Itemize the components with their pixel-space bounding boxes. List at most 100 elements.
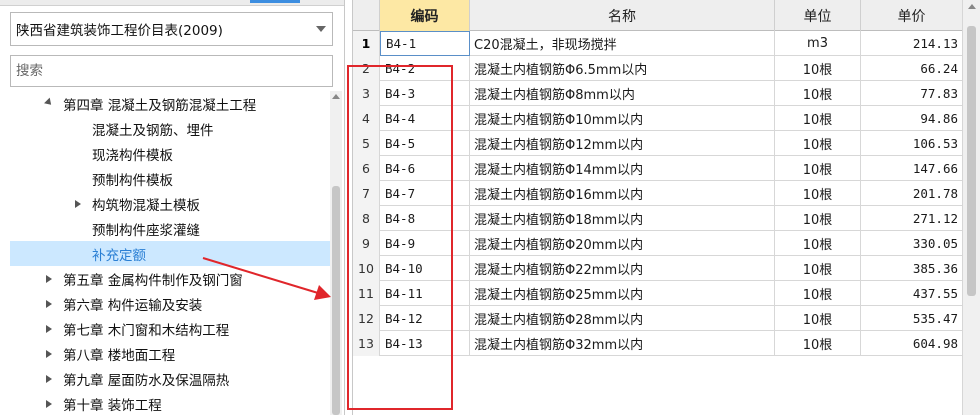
unit-cell[interactable]: 10根 [775, 306, 861, 331]
name-cell[interactable]: 混凝土内植钢筋Φ8mm以内 [470, 81, 775, 106]
tree-item[interactable]: 预制构件模板 [10, 166, 330, 191]
unit-cell[interactable]: 10根 [775, 156, 861, 181]
tree-item[interactable]: 第十章 装饰工程 [10, 391, 330, 415]
unit-cell[interactable]: 10根 [775, 281, 861, 306]
unit-cell[interactable]: 10根 [775, 56, 861, 81]
code-cell[interactable]: B4-12 [380, 306, 470, 331]
row-number[interactable]: 4 [353, 106, 380, 131]
name-cell[interactable]: 混凝土内植钢筋Φ28mm以内 [470, 306, 775, 331]
unit-cell[interactable]: 10根 [775, 131, 861, 156]
code-cell[interactable]: B4-3 [380, 81, 470, 106]
row-number[interactable]: 3 [353, 81, 380, 106]
collapsed-triangle-icon[interactable] [43, 273, 55, 285]
header-code[interactable]: 编码 [380, 0, 470, 31]
table-row[interactable]: 6 B4-6 混凝土内植钢筋Φ14mm以内 10根 147.66 [353, 156, 962, 181]
table-row[interactable]: 3 B4-3 混凝土内植钢筋Φ8mm以内 10根 77.83 [353, 81, 962, 106]
price-cell[interactable]: 385.36 [861, 256, 962, 281]
row-number[interactable]: 6 [353, 156, 380, 181]
scroll-up-icon[interactable] [968, 4, 976, 9]
row-number[interactable]: 2 [353, 56, 380, 81]
name-cell[interactable]: 混凝土内植钢筋Φ25mm以内 [470, 281, 775, 306]
tree-item[interactable]: 现浇构件模板 [10, 141, 330, 166]
code-cell[interactable]: B4-2 [380, 56, 470, 81]
tree-item[interactable]: 第四章 混凝土及钢筋混凝土工程 [10, 91, 330, 116]
price-cell[interactable]: 271.12 [861, 206, 962, 231]
price-cell[interactable]: 330.05 [861, 231, 962, 256]
unit-cell[interactable]: 10根 [775, 256, 861, 281]
tree-item[interactable]: 第九章 屋面防水及保温隔热 [10, 366, 330, 391]
name-cell[interactable]: 混凝土内植钢筋Φ12mm以内 [470, 131, 775, 156]
tree-item[interactable]: 第八章 楼地面工程 [10, 341, 330, 366]
collapsed-triangle-icon[interactable] [43, 348, 55, 360]
collapsed-triangle-icon[interactable] [43, 323, 55, 335]
name-cell[interactable]: 混凝土内植钢筋Φ14mm以内 [470, 156, 775, 181]
header-price[interactable]: 单价 [861, 0, 962, 31]
price-cell[interactable]: 437.55 [861, 281, 962, 306]
search-input[interactable] [16, 63, 332, 79]
tree-item[interactable]: 预制构件座浆灌缝 [10, 216, 330, 241]
table-row[interactable]: 13 B4-13 混凝土内植钢筋Φ32mm以内 10根 604.98 [353, 331, 962, 356]
collapsed-triangle-icon[interactable] [43, 398, 55, 410]
library-select[interactable]: 陕西省建筑装饰工程价目表(2009) [10, 12, 333, 46]
table-row[interactable]: 7 B4-7 混凝土内植钢筋Φ16mm以内 10根 201.78 [353, 181, 962, 206]
name-cell[interactable]: 混凝土内植钢筋Φ16mm以内 [470, 181, 775, 206]
table-row[interactable]: 9 B4-9 混凝土内植钢筋Φ20mm以内 10根 330.05 [353, 231, 962, 256]
table-row[interactable]: 2 B4-2 混凝土内植钢筋Φ6.5mm以内 10根 66.24 [353, 56, 962, 81]
code-cell[interactable]: B4-9 [380, 231, 470, 256]
unit-cell[interactable]: m3 [775, 31, 861, 56]
name-cell[interactable]: 混凝土内植钢筋Φ6.5mm以内 [470, 56, 775, 81]
price-cell[interactable]: 77.83 [861, 81, 962, 106]
name-cell[interactable]: 混凝土内植钢筋Φ22mm以内 [470, 256, 775, 281]
table-row[interactable]: 1 B4-1 C20混凝土，非现场搅拌 m3 214.13 [353, 31, 962, 56]
collapsed-triangle-icon[interactable] [72, 198, 84, 210]
row-number[interactable]: 9 [353, 231, 380, 256]
grid-scrollbar-thumb[interactable] [967, 26, 976, 296]
unit-cell[interactable]: 10根 [775, 81, 861, 106]
code-cell[interactable]: B4-8 [380, 206, 470, 231]
price-cell[interactable]: 604.98 [861, 331, 962, 356]
unit-cell[interactable]: 10根 [775, 181, 861, 206]
code-cell[interactable]: B4-13 [380, 331, 470, 356]
unit-cell[interactable]: 10根 [775, 206, 861, 231]
unit-cell[interactable]: 10根 [775, 231, 861, 256]
row-number[interactable]: 10 [353, 256, 380, 281]
name-cell[interactable]: 混凝土内植钢筋Φ10mm以内 [470, 106, 775, 131]
name-cell[interactable]: 混凝土内植钢筋Φ20mm以内 [470, 231, 775, 256]
tree-scrollbar[interactable] [330, 91, 342, 415]
code-cell[interactable]: B4-5 [380, 131, 470, 156]
row-number[interactable]: 13 [353, 331, 380, 356]
tree-item[interactable]: 第七章 木门窗和木结构工程 [10, 316, 330, 341]
code-cell[interactable]: B4-7 [380, 181, 470, 206]
table-row[interactable]: 4 B4-4 混凝土内植钢筋Φ10mm以内 10根 94.86 [353, 106, 962, 131]
row-number[interactable]: 12 [353, 306, 380, 331]
search-box[interactable] [10, 55, 333, 87]
row-number[interactable]: 8 [353, 206, 380, 231]
price-cell[interactable]: 147.66 [861, 156, 962, 181]
row-number[interactable]: 7 [353, 181, 380, 206]
chevron-down-icon[interactable] [310, 13, 332, 45]
table-row[interactable]: 8 B4-8 混凝土内植钢筋Φ18mm以内 10根 271.12 [353, 206, 962, 231]
code-cell[interactable]: B4-4 [380, 106, 470, 131]
header-name[interactable]: 名称 [470, 0, 775, 31]
code-cell[interactable]: B4-1 [380, 31, 470, 56]
row-number[interactable]: 11 [353, 281, 380, 306]
row-number[interactable]: 1 [353, 31, 380, 56]
price-cell[interactable]: 106.53 [861, 131, 962, 156]
table-row[interactable]: 5 B4-5 混凝土内植钢筋Φ12mm以内 10根 106.53 [353, 131, 962, 156]
price-cell[interactable]: 535.47 [861, 306, 962, 331]
grid-scrollbar[interactable] [962, 0, 980, 415]
table-row[interactable]: 10 B4-10 混凝土内植钢筋Φ22mm以内 10根 385.36 [353, 256, 962, 281]
code-cell[interactable]: B4-10 [380, 256, 470, 281]
tree-item[interactable]: 混凝土及钢筋、埋件 [10, 116, 330, 141]
table-row[interactable]: 12 B4-12 混凝土内植钢筋Φ28mm以内 10根 535.47 [353, 306, 962, 331]
tree-item[interactable]: 第五章 金属构件制作及钢门窗 [10, 266, 330, 291]
tree-item[interactable]: 第六章 构件运输及安装 [10, 291, 330, 316]
expanded-triangle-icon[interactable] [43, 97, 55, 110]
tree-item[interactable]: 构筑物混凝土模板 [10, 191, 330, 216]
tree-scrollbar-thumb[interactable] [332, 186, 340, 415]
tree-item[interactable]: 补充定额 [10, 241, 330, 266]
unit-cell[interactable]: 10根 [775, 331, 861, 356]
row-number[interactable]: 5 [353, 131, 380, 156]
price-cell[interactable]: 66.24 [861, 56, 962, 81]
price-cell[interactable]: 214.13 [861, 31, 962, 56]
